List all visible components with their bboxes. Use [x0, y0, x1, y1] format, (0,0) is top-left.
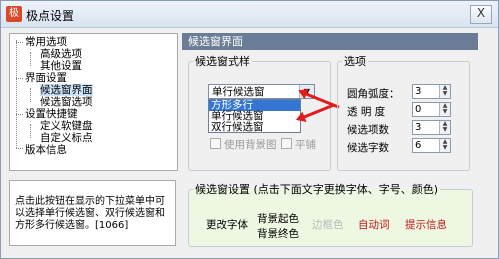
candidate-count-spinner[interactable]: 3 ▲ ▼: [412, 120, 451, 135]
bg-end-color-link[interactable]: 背景终色: [257, 226, 299, 241]
corner-radius-label: 圆角弧度：: [347, 88, 400, 100]
close-button[interactable]: X: [470, 5, 492, 24]
tree-line: [30, 124, 31, 138]
tree-item-softkeyboard[interactable]: 定义软键盘: [40, 120, 93, 132]
tree-item-interface[interactable]: 界面设置: [25, 72, 67, 84]
spinner-arrows-icon[interactable]: ▲ ▼: [439, 85, 450, 98]
tree-item-version[interactable]: 版本信息: [25, 144, 67, 156]
candidate-count-label: 候选项数: [347, 124, 389, 136]
tree-line: [30, 88, 31, 102]
candidate-chars-spinner[interactable]: 6 ▲ ▼: [412, 138, 451, 153]
settings-tree: 常用选项 高级选项 其他设置 界面设置 候选窗界面 候选窗选项 设置快捷键 定义…: [9, 33, 178, 171]
tree-item-common[interactable]: 常用选项: [25, 36, 67, 48]
help-text: 点击此按钮在显示的下拉菜单中可以选择单行候选窗、双行候选窗和方形多行候选窗。[1…: [9, 180, 176, 246]
tree-line: [16, 40, 17, 148]
tree-item-advanced[interactable]: 高级选项: [40, 48, 82, 60]
style-legend: 候选窗式样: [195, 55, 250, 68]
spinner-arrows-icon[interactable]: ▲ ▼: [439, 139, 450, 152]
opacity-label: 透 明 度: [347, 106, 386, 118]
tree-item-candidate-options[interactable]: 候选窗选项: [40, 96, 93, 108]
tree-item-other[interactable]: 其他设置: [40, 60, 82, 72]
spinner-arrows-icon[interactable]: ▲ ▼: [439, 121, 450, 134]
window-settings-legend: 候选窗设置 (点击下面文字更换字体、字号、颜色): [195, 183, 439, 196]
option-double-line[interactable]: 双行候选窗: [209, 122, 300, 133]
opacity-spinner[interactable]: 0 ▲ ▼: [412, 102, 451, 117]
style-dropdown-list: 方形多行 单行候选窗 双行候选窗: [208, 99, 301, 133]
candidate-chars-label: 候选字数: [347, 142, 389, 154]
tile-checkbox[interactable]: 平铺: [281, 137, 316, 152]
spinner-arrows-icon[interactable]: ▲ ▼: [439, 103, 450, 116]
corner-radius-spinner[interactable]: 3 ▲ ▼: [412, 84, 451, 99]
logo-icon: 极: [6, 6, 22, 22]
options-legend: 选项: [344, 55, 366, 68]
tree-item-candidate-ui[interactable]: 候选窗界面: [40, 84, 93, 96]
window-settings-groupbox: 候选窗设置 (点击下面文字更换字体、字号、颜色): [188, 181, 473, 247]
checkbox-box[interactable]: [210, 138, 221, 149]
hint-info-link[interactable]: 提示信息: [405, 217, 447, 232]
checkbox-box[interactable]: [281, 138, 292, 149]
combo-value: 单行候选窗: [212, 86, 265, 98]
use-bg-image-checkbox[interactable]: 使用背景图: [210, 137, 277, 152]
panel-title: 候选窗界面: [182, 33, 478, 50]
tree-line: [30, 52, 31, 66]
change-font-link[interactable]: 更改字体: [206, 217, 248, 232]
title-bar[interactable]: 极 极点设置 X: [1, 1, 498, 28]
tree-item-hotkeys[interactable]: 设置快捷键: [25, 108, 78, 120]
window-title: 极点设置: [26, 9, 75, 23]
tree-item-punctuation[interactable]: 自定义标点: [40, 132, 93, 144]
auto-word-link[interactable]: 自动词: [358, 217, 390, 232]
bg-start-color-link[interactable]: 背景起色: [257, 211, 299, 226]
border-color-link[interactable]: 边框色: [312, 217, 344, 232]
